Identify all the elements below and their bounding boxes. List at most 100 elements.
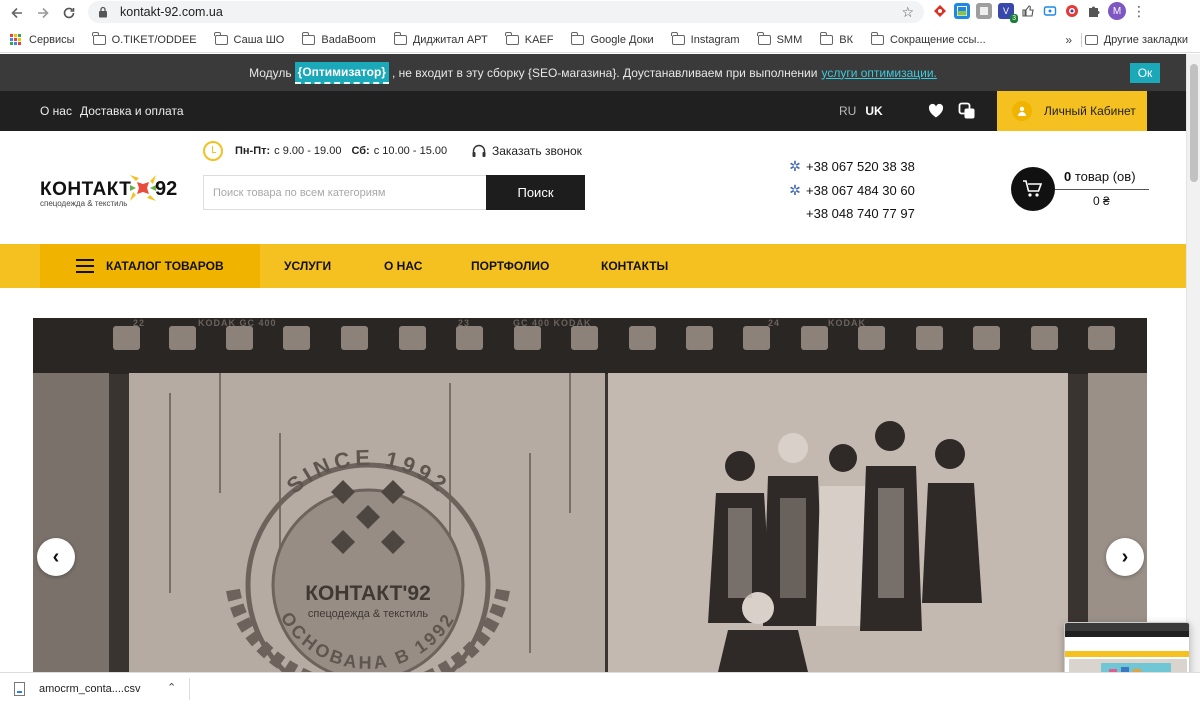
kyivstar-icon: ✲: [789, 181, 801, 198]
cart-widget[interactable]: 0 товар (ов) 0 ₴: [1011, 165, 1151, 211]
apps-grid-icon: [10, 33, 22, 46]
profile-avatar[interactable]: M: [1108, 2, 1126, 20]
slider-prev-button[interactable]: ‹: [37, 538, 75, 576]
downloads-divider: [189, 678, 190, 700]
seal-brand: КОНТАКТ'92: [305, 582, 431, 605]
back-button[interactable]: [4, 0, 30, 26]
page-content: 22 KODAK GC 400 23 GC 400 KODAK 24 KODAK: [0, 288, 1186, 672]
folder-icon: [302, 31, 316, 45]
arrow-right-icon: [38, 7, 49, 19]
browser-toolbar: kontakt-92.com.ua ☆ V3 M ⋮: [0, 0, 1200, 26]
puzzle-icon[interactable]: [1086, 3, 1102, 19]
bookmarks-more-button[interactable]: »: [1065, 33, 1072, 47]
site-header: КОНТАКТ 92 спецодежда & текстиль Пн-Пт: …: [0, 131, 1186, 244]
forward-button[interactable]: [30, 0, 56, 26]
notice-link[interactable]: услуги оптимизации.: [821, 66, 936, 80]
notice-module-tag: {Оптимизатор}: [294, 61, 389, 84]
extension-red-diamond-icon[interactable]: [932, 3, 948, 19]
file-icon: [14, 682, 25, 696]
folder-icon: [757, 31, 771, 45]
bookmark-folder[interactable]: ВК: [819, 31, 853, 46]
bookmark-folder[interactable]: Саша ШО: [214, 31, 284, 46]
notice-ok-button[interactable]: Ок: [1130, 63, 1160, 83]
personal-cabinet-button[interactable]: Личный Кабинет: [997, 91, 1147, 131]
folder-icon: [870, 31, 884, 45]
extension-red-circle-icon[interactable]: [1064, 3, 1080, 19]
lock-icon: [98, 5, 112, 19]
bookmarks-divider: [1081, 33, 1082, 47]
link-about[interactable]: О нас: [40, 104, 72, 118]
phone-item[interactable]: ✲ +38 067 520 38 38: [788, 155, 915, 179]
top-bar: О нас Доставка и оплата RU UK Личный Каб…: [0, 91, 1186, 131]
bookmark-folder[interactable]: KAEF: [505, 31, 553, 46]
cart-icon: [1011, 167, 1055, 211]
address-bar[interactable]: kontakt-92.com.ua ☆: [88, 1, 924, 23]
bookmark-star-icon[interactable]: ☆: [901, 4, 914, 21]
site-logo[interactable]: КОНТАКТ 92 спецодежда & текстиль: [40, 169, 185, 209]
bookmark-folder[interactable]: O.TIKET/ODDEE: [92, 31, 197, 46]
folder-icon: [1084, 35, 1098, 45]
catalog-button[interactable]: КАТАЛОГ ТОВАРОВ: [40, 244, 260, 288]
other-bookmarks[interactable]: Другие закладки: [1084, 34, 1188, 46]
logo-subtitle: спецодежда & текстиль: [40, 199, 128, 208]
folder-icon: [671, 31, 685, 45]
folder-icon: [393, 31, 407, 45]
nav-portfolio[interactable]: ПОРТФОЛИО: [471, 259, 549, 273]
search-form: Поиск: [203, 175, 585, 210]
link-delivery[interactable]: Доставка и оплата: [80, 104, 184, 118]
reload-button[interactable]: [56, 0, 82, 26]
work-hours: Пн-Пт: с 9.00 - 19.00 Сб: с 10.00 - 15.0…: [203, 141, 447, 161]
chevron-up-icon[interactable]: ⌃: [167, 681, 176, 694]
lang-ru[interactable]: RU: [839, 104, 856, 118]
since-1992-seal: SINCE 1992 КОНТАКТ'92 спецодежда & текст…: [226, 445, 510, 672]
main-navigation: КАТАЛОГ ТОВАРОВ УСЛУГИ О НАС ПОРТФОЛИО К…: [0, 244, 1186, 288]
url-text: kontakt-92.com.ua: [120, 5, 223, 19]
compare-icon[interactable]: [958, 102, 976, 120]
bookmark-folder[interactable]: Сокращение ссы...: [870, 31, 986, 46]
nav-about[interactable]: О НАС: [384, 259, 422, 273]
nav-services[interactable]: УСЛУГИ: [284, 259, 331, 273]
phone-list: ✲ +38 067 520 38 38 ✲ +38 067 484 30 60 +3…: [788, 155, 915, 226]
notice-prefix: Модуль: [249, 65, 292, 80]
film-frame: [33, 373, 109, 672]
menu-dots-icon[interactable]: ⋮: [1132, 3, 1146, 20]
notice-text: , не входит в эту сборку {SEO-магазина}.…: [391, 65, 818, 80]
search-input[interactable]: [203, 175, 486, 210]
phone-item[interactable]: ✲ +38 067 484 30 60: [788, 179, 915, 203]
bookmark-folder[interactable]: BadaBoom: [302, 31, 376, 46]
thumbs-up-icon[interactable]: [1020, 3, 1036, 19]
callback-link[interactable]: Заказать звонок: [471, 143, 582, 159]
bookmark-folder[interactable]: Google Доки: [571, 31, 654, 46]
logo-word: КОНТАКТ: [40, 179, 132, 200]
user-icon: [1012, 101, 1032, 121]
slider-next-button[interactable]: ›: [1106, 538, 1144, 576]
heart-icon[interactable]: [928, 103, 944, 119]
folder-icon: [571, 31, 585, 45]
extensions-row: V3 M ⋮: [932, 2, 1146, 23]
page-scrollbar[interactable]: [1186, 54, 1200, 672]
extension-window-icon[interactable]: [954, 3, 970, 19]
headset-icon: [472, 144, 486, 157]
language-switch: RU UK: [839, 104, 883, 118]
arrow-left-icon: [11, 7, 22, 19]
scrollbar-thumb[interactable]: [1190, 64, 1198, 182]
downloads-bar: amocrm_conta....csv ⌃: [0, 672, 1200, 704]
browser-window: kontakt-92.com.ua ☆ V3 M ⋮ Сервисы O.TIK…: [0, 0, 1200, 704]
bookmark-folder[interactable]: Instagram: [671, 31, 740, 46]
bookmark-folder[interactable]: SMM: [757, 31, 802, 46]
bookmark-apps[interactable]: Сервисы: [10, 33, 75, 46]
clock-icon: [203, 141, 223, 161]
hero-slider: 22 KODAK GC 400 23 GC 400 KODAK 24 KODAK: [33, 318, 1147, 672]
nav-contacts[interactable]: КОНТАКТЫ: [601, 259, 668, 273]
lang-uk[interactable]: UK: [865, 104, 882, 118]
extension-blue-frame-icon[interactable]: [1042, 3, 1058, 19]
bookmark-folder[interactable]: Диджитал АРТ: [393, 31, 488, 46]
folder-icon: [819, 31, 834, 45]
kyivstar-icon: ✲: [789, 158, 801, 175]
phone-item[interactable]: +38 048 740 77 97: [788, 202, 915, 226]
reload-icon: [63, 7, 75, 19]
download-item[interactable]: amocrm_conta....csv: [14, 682, 140, 696]
extension-counter-icon[interactable]: V3: [998, 3, 1018, 23]
search-button[interactable]: Поиск: [486, 175, 585, 210]
extension-grey-icon[interactable]: [976, 3, 992, 19]
